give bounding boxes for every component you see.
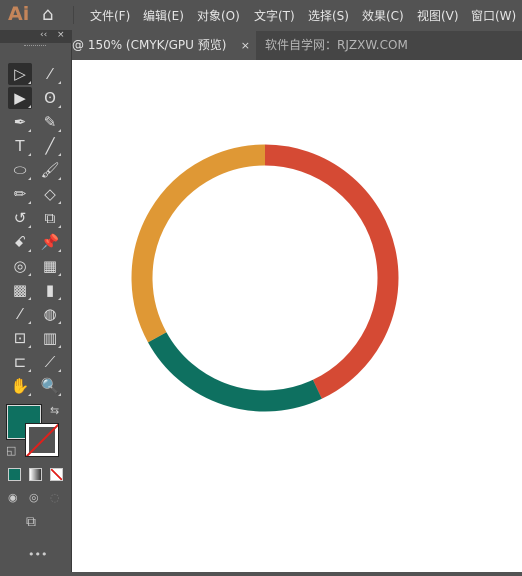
eraser-tool[interactable]: ◇ <box>38 183 62 205</box>
tools-panel: ‹‹ × ▷ ⁄ ▶ ʘ ✒ ✎ T ╱ ⬭ 🖌 ✏ ◇ ↺ ⧉ ꗃ 📌 ◎ ▦ ▩ ▮ ⁄ ◍ ⊡ ▥ ⊏ ⟋ ✋ 🔍 ⇆ ◱ ◉ … <box>0 30 72 572</box>
stroke-swatch[interactable] <box>25 423 59 457</box>
line-tool[interactable]: ╱ <box>38 135 62 157</box>
ring-segment[interactable] <box>148 332 322 412</box>
default-colors-icon[interactable]: ◱ <box>6 444 16 457</box>
app-logo: Ai <box>8 3 30 25</box>
ring-segment[interactable] <box>264 144 399 399</box>
divider <box>73 6 74 24</box>
magic-wand-tool[interactable]: ⁄ <box>38 63 62 85</box>
eyedropper-tool[interactable]: ⁄ <box>8 303 32 325</box>
pen-tool[interactable]: ✒ <box>8 111 32 133</box>
swap-icon[interactable]: ⇆ <box>50 404 59 417</box>
column-graph-tool[interactable]: ▥ <box>38 327 62 349</box>
rotate-tool[interactable]: ↺ <box>8 207 32 229</box>
menu-window[interactable]: 窗口(W) <box>471 7 516 24</box>
drag-handle[interactable] <box>24 45 46 49</box>
close-icon[interactable]: × <box>57 30 65 40</box>
type-tool[interactable]: T <box>8 135 32 157</box>
paintbrush-tool[interactable]: 🖌 <box>38 159 62 181</box>
puppet-warp-tool[interactable]: 📌 <box>38 231 62 253</box>
hand-tool[interactable]: ✋ <box>8 375 32 397</box>
lasso-tool[interactable]: ʘ <box>38 87 62 109</box>
curvature-tool[interactable]: ✎ <box>38 111 62 133</box>
gradient-mode-button[interactable] <box>29 468 42 481</box>
mesh-tool[interactable]: ▩ <box>8 279 32 301</box>
color-mode-button[interactable] <box>8 468 21 481</box>
menu-view[interactable]: 视图(V) <box>417 7 459 24</box>
gradient-tool[interactable]: ▮ <box>38 279 62 301</box>
menu-select[interactable]: 选择(S) <box>308 7 349 24</box>
pencil-tool[interactable]: ✏ <box>8 183 32 205</box>
selection-tool[interactable]: ▷ <box>8 63 32 85</box>
screen-mode-icon[interactable]: ⧉ <box>26 514 36 530</box>
collapse-icon[interactable]: ‹‹ <box>40 30 47 40</box>
warp-tool[interactable]: ꗃ <box>8 231 32 253</box>
scale-tool[interactable]: ⧉ <box>38 207 62 229</box>
direct-selection-tool[interactable]: ▶ <box>8 87 32 109</box>
donut-ring[interactable] <box>72 60 522 572</box>
shape-builder-tool[interactable]: ◎ <box>8 255 32 277</box>
more-tools-icon[interactable]: ••• <box>28 548 47 561</box>
close-icon[interactable]: × <box>241 31 250 60</box>
artboard-tool[interactable]: ⊏ <box>8 351 32 373</box>
tab-website[interactable]: 软件自学网：RJZXW.COM <box>265 31 408 60</box>
tab-label: @ 150% (CMYK/GPU 预览) <box>72 38 227 52</box>
draw-normal-icon[interactable]: ◉ <box>8 491 18 504</box>
document-tabs: @ 150% (CMYK/GPU 预览) × 软件自学网：RJZXW.COM <box>0 31 522 60</box>
blend-tool[interactable]: ◍ <box>38 303 62 325</box>
slice-tool[interactable]: ⟋ <box>38 351 62 373</box>
draw-behind-icon[interactable]: ◎ <box>29 491 39 504</box>
home-icon[interactable]: ⌂ <box>42 4 53 25</box>
menu-bar: Ai ⌂ 文件(F) 编辑(E) 对象(O) 文字(T) 选择(S) 效果(C)… <box>0 0 522 30</box>
tab-document[interactable]: @ 150% (CMYK/GPU 预览) × <box>70 31 256 60</box>
none-mode-button[interactable] <box>50 468 63 481</box>
panel-header: ‹‹ × <box>0 30 72 43</box>
draw-inside-icon[interactable]: ◌ <box>50 491 60 504</box>
menu-type[interactable]: 文字(T) <box>254 7 295 24</box>
symbol-sprayer-tool[interactable]: ⊡ <box>8 327 32 349</box>
menu-edit[interactable]: 编辑(E) <box>143 7 184 24</box>
zoom-tool[interactable]: 🔍 <box>38 375 62 397</box>
ring-segment[interactable] <box>131 144 266 343</box>
menu-effect[interactable]: 效果(C) <box>362 7 404 24</box>
menu-file[interactable]: 文件(F) <box>90 7 130 24</box>
artboard-canvas[interactable] <box>72 60 522 572</box>
perspective-grid-tool[interactable]: ▦ <box>38 255 62 277</box>
menu-object[interactable]: 对象(O) <box>197 7 240 24</box>
ellipse-tool[interactable]: ⬭ <box>8 159 32 181</box>
